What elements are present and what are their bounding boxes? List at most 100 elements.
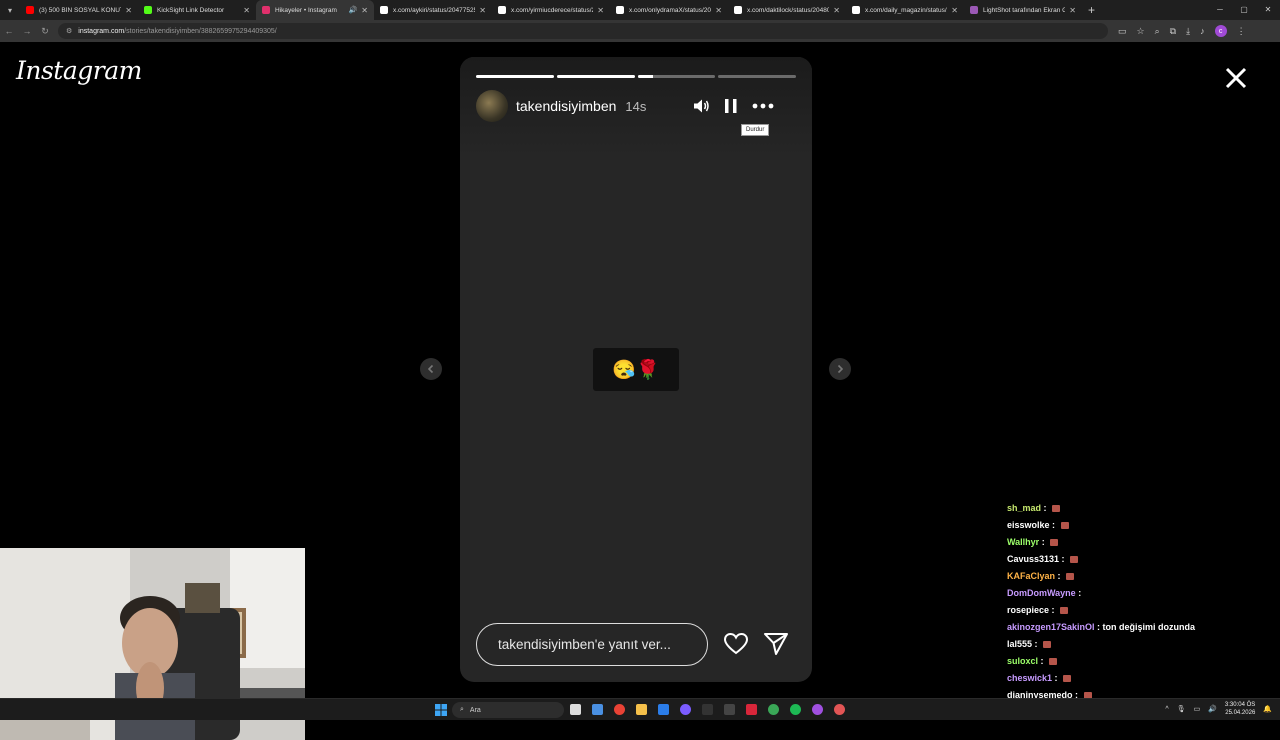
close-tab-icon[interactable]: ✕ [1069,6,1076,15]
instagram-story-page: Instagram takendisiyimben 14s Durdur 😪🌹 … [0,42,1280,740]
close-tab-icon[interactable]: ✕ [715,6,722,15]
x-icon [616,6,624,14]
more-options-icon[interactable] [752,97,774,115]
reload-button[interactable]: ↻ [36,26,54,37]
taskbar-search[interactable]: ⌕ Ara [452,702,564,718]
chat-message: eisswolke : [1007,517,1277,534]
browser-tab[interactable]: x.com/daktilock/status/204800 ✕ [728,0,846,20]
chat-emote-icon [1066,573,1075,581]
chrome-profile-icon[interactable] [812,704,823,715]
media-icon[interactable]: ♪ [1200,26,1205,36]
browser-tab[interactable]: x.com/onlydramaX/status/2047 ✕ [610,0,728,20]
story-username[interactable]: takendisiyimben [516,98,616,114]
browser-tab[interactable]: KickSight Link Detector ✕ [138,0,256,20]
close-tab-icon[interactable]: ✕ [125,6,132,15]
close-tab-icon[interactable]: ✕ [361,6,368,15]
chat-username[interactable]: sh_mad [1007,503,1041,513]
store-icon[interactable] [658,704,669,715]
chat-username[interactable]: suloxcl [1007,656,1038,666]
browser-tab[interactable]: x.com/daily_magazin/status/20 ✕ [846,0,964,20]
browser-tab[interactable]: (3) 500 BİN SOSYAL KONUT İST ✕ [20,0,138,20]
recording-app-icon[interactable] [834,704,845,715]
progress-fill [476,75,554,78]
microphone-icon[interactable]: 🎙 [1177,705,1186,713]
bookmark-star-icon[interactable]: ☆ [1137,26,1145,37]
browser-tab[interactable]: x.com/yirmiucderece/status/20 ✕ [492,0,610,20]
close-story-icon[interactable] [1222,64,1250,92]
system-clock[interactable]: 3:30:04 ÖS 25.04.2026 [1225,701,1255,717]
forward-button[interactable]: → [18,26,36,36]
tab-title: x.com/daktilock/status/204800 [747,6,830,14]
next-story-button[interactable] [829,358,851,380]
browser-tab[interactable]: x.com/aykiri/status/204775250 ✕ [374,0,492,20]
whatsapp-icon[interactable] [768,704,779,715]
chat-separator: : [1032,639,1041,649]
close-tab-icon[interactable]: ✕ [243,6,250,15]
discord-icon[interactable] [680,704,691,715]
download-icon[interactable]: ⤓ [1186,26,1190,37]
browser-tab[interactable]: Hikayeler • Instagram 🔊 ✕ [256,0,374,20]
progress-segment [718,75,796,78]
chat-username[interactable]: cheswick1 [1007,673,1052,683]
file-explorer-icon[interactable] [636,704,647,715]
chevron-left-icon [427,364,434,374]
chat-username[interactable]: KAFaClyan [1007,571,1055,581]
close-tab-icon[interactable]: ✕ [597,6,604,15]
close-tab-icon[interactable]: ✕ [833,6,840,15]
app-icon[interactable] [724,704,735,715]
kick-icon [144,6,152,14]
tab-search-icon[interactable]: ▾ [0,0,20,20]
chat-separator: : [1038,656,1047,666]
stream-chat: sh_mad : eisswolke : Wallhyr : Cavuss313… [1007,500,1277,721]
reply-input[interactable]: takendisiyimben'e yanıt ver... [476,623,708,666]
send-share-icon[interactable] [763,631,789,657]
network-icon[interactable]: ▭ [1194,705,1201,713]
chat-username[interactable]: eisswolke [1007,520,1050,530]
chat-username[interactable]: DomDomWayne [1007,588,1076,598]
like-heart-icon[interactable] [723,631,749,657]
chat-message: sh_mad : [1007,500,1277,517]
steam-icon[interactable] [702,704,713,715]
notifications-icon[interactable]: 🔔 [1263,705,1272,713]
site-info-icon[interactable]: ⚙ [66,27,72,35]
tray-overflow-icon[interactable]: ^ [1165,706,1168,713]
chat-username[interactable]: Wallhyr [1007,537,1039,547]
close-tab-icon[interactable]: ✕ [951,6,958,15]
previous-story-button[interactable] [420,358,442,380]
browser-tab[interactable]: LightShot tarafından Ekran Gör ✕ [964,0,1082,20]
volume-icon[interactable] [692,97,710,115]
chat-username[interactable]: lal555 [1007,639,1032,649]
profile-avatar[interactable]: c [1214,25,1227,37]
url-field[interactable]: ⚙ instagram.com/stories/takendisiyimben/… [58,23,1108,39]
instagram-logo[interactable]: Instagram [16,56,142,85]
browser-menu-icon[interactable]: ⋮ [1237,26,1246,37]
chat-username[interactable]: akinozgen17SakinOl [1007,622,1095,632]
close-window-button[interactable]: ✕ [1256,0,1280,20]
media-app-icon[interactable] [746,704,757,715]
chat-username[interactable]: Cavuss3131 [1007,554,1059,564]
maximize-button[interactable]: ▢ [1232,0,1256,20]
chat-username[interactable]: rosepiece [1007,605,1049,615]
windows-start-icon[interactable] [435,704,447,716]
copilot-icon[interactable] [592,704,603,715]
story-viewer[interactable]: takendisiyimben 14s Durdur 😪🌹 takendisiy… [460,57,812,682]
back-button[interactable]: ← [0,26,18,36]
zoom-icon[interactable]: ⌕ [1155,26,1160,37]
minimize-button[interactable]: ─ [1208,0,1232,20]
new-tab-button[interactable]: + [1088,3,1095,17]
spotify-icon[interactable] [790,704,801,715]
tab-audio-icon[interactable]: 🔊 [349,6,358,14]
close-tab-icon[interactable]: ✕ [479,6,486,15]
tab-title: x.com/aykiri/status/204775250 [393,6,476,14]
story-progress-bar [476,75,796,78]
chat-emote-icon [1060,607,1069,615]
speaker-icon[interactable]: 🔊 [1208,705,1217,713]
story-user-avatar[interactable] [476,90,508,122]
pause-icon[interactable] [722,97,740,115]
extensions-icon[interactable]: ⧉ [1170,26,1176,37]
chat-message: suloxcl : [1007,653,1277,670]
task-view-icon[interactable] [570,704,581,715]
chat-emote-icon [1043,641,1052,649]
cast-icon[interactable]: ▭ [1118,26,1127,37]
chrome-icon[interactable] [614,704,625,715]
